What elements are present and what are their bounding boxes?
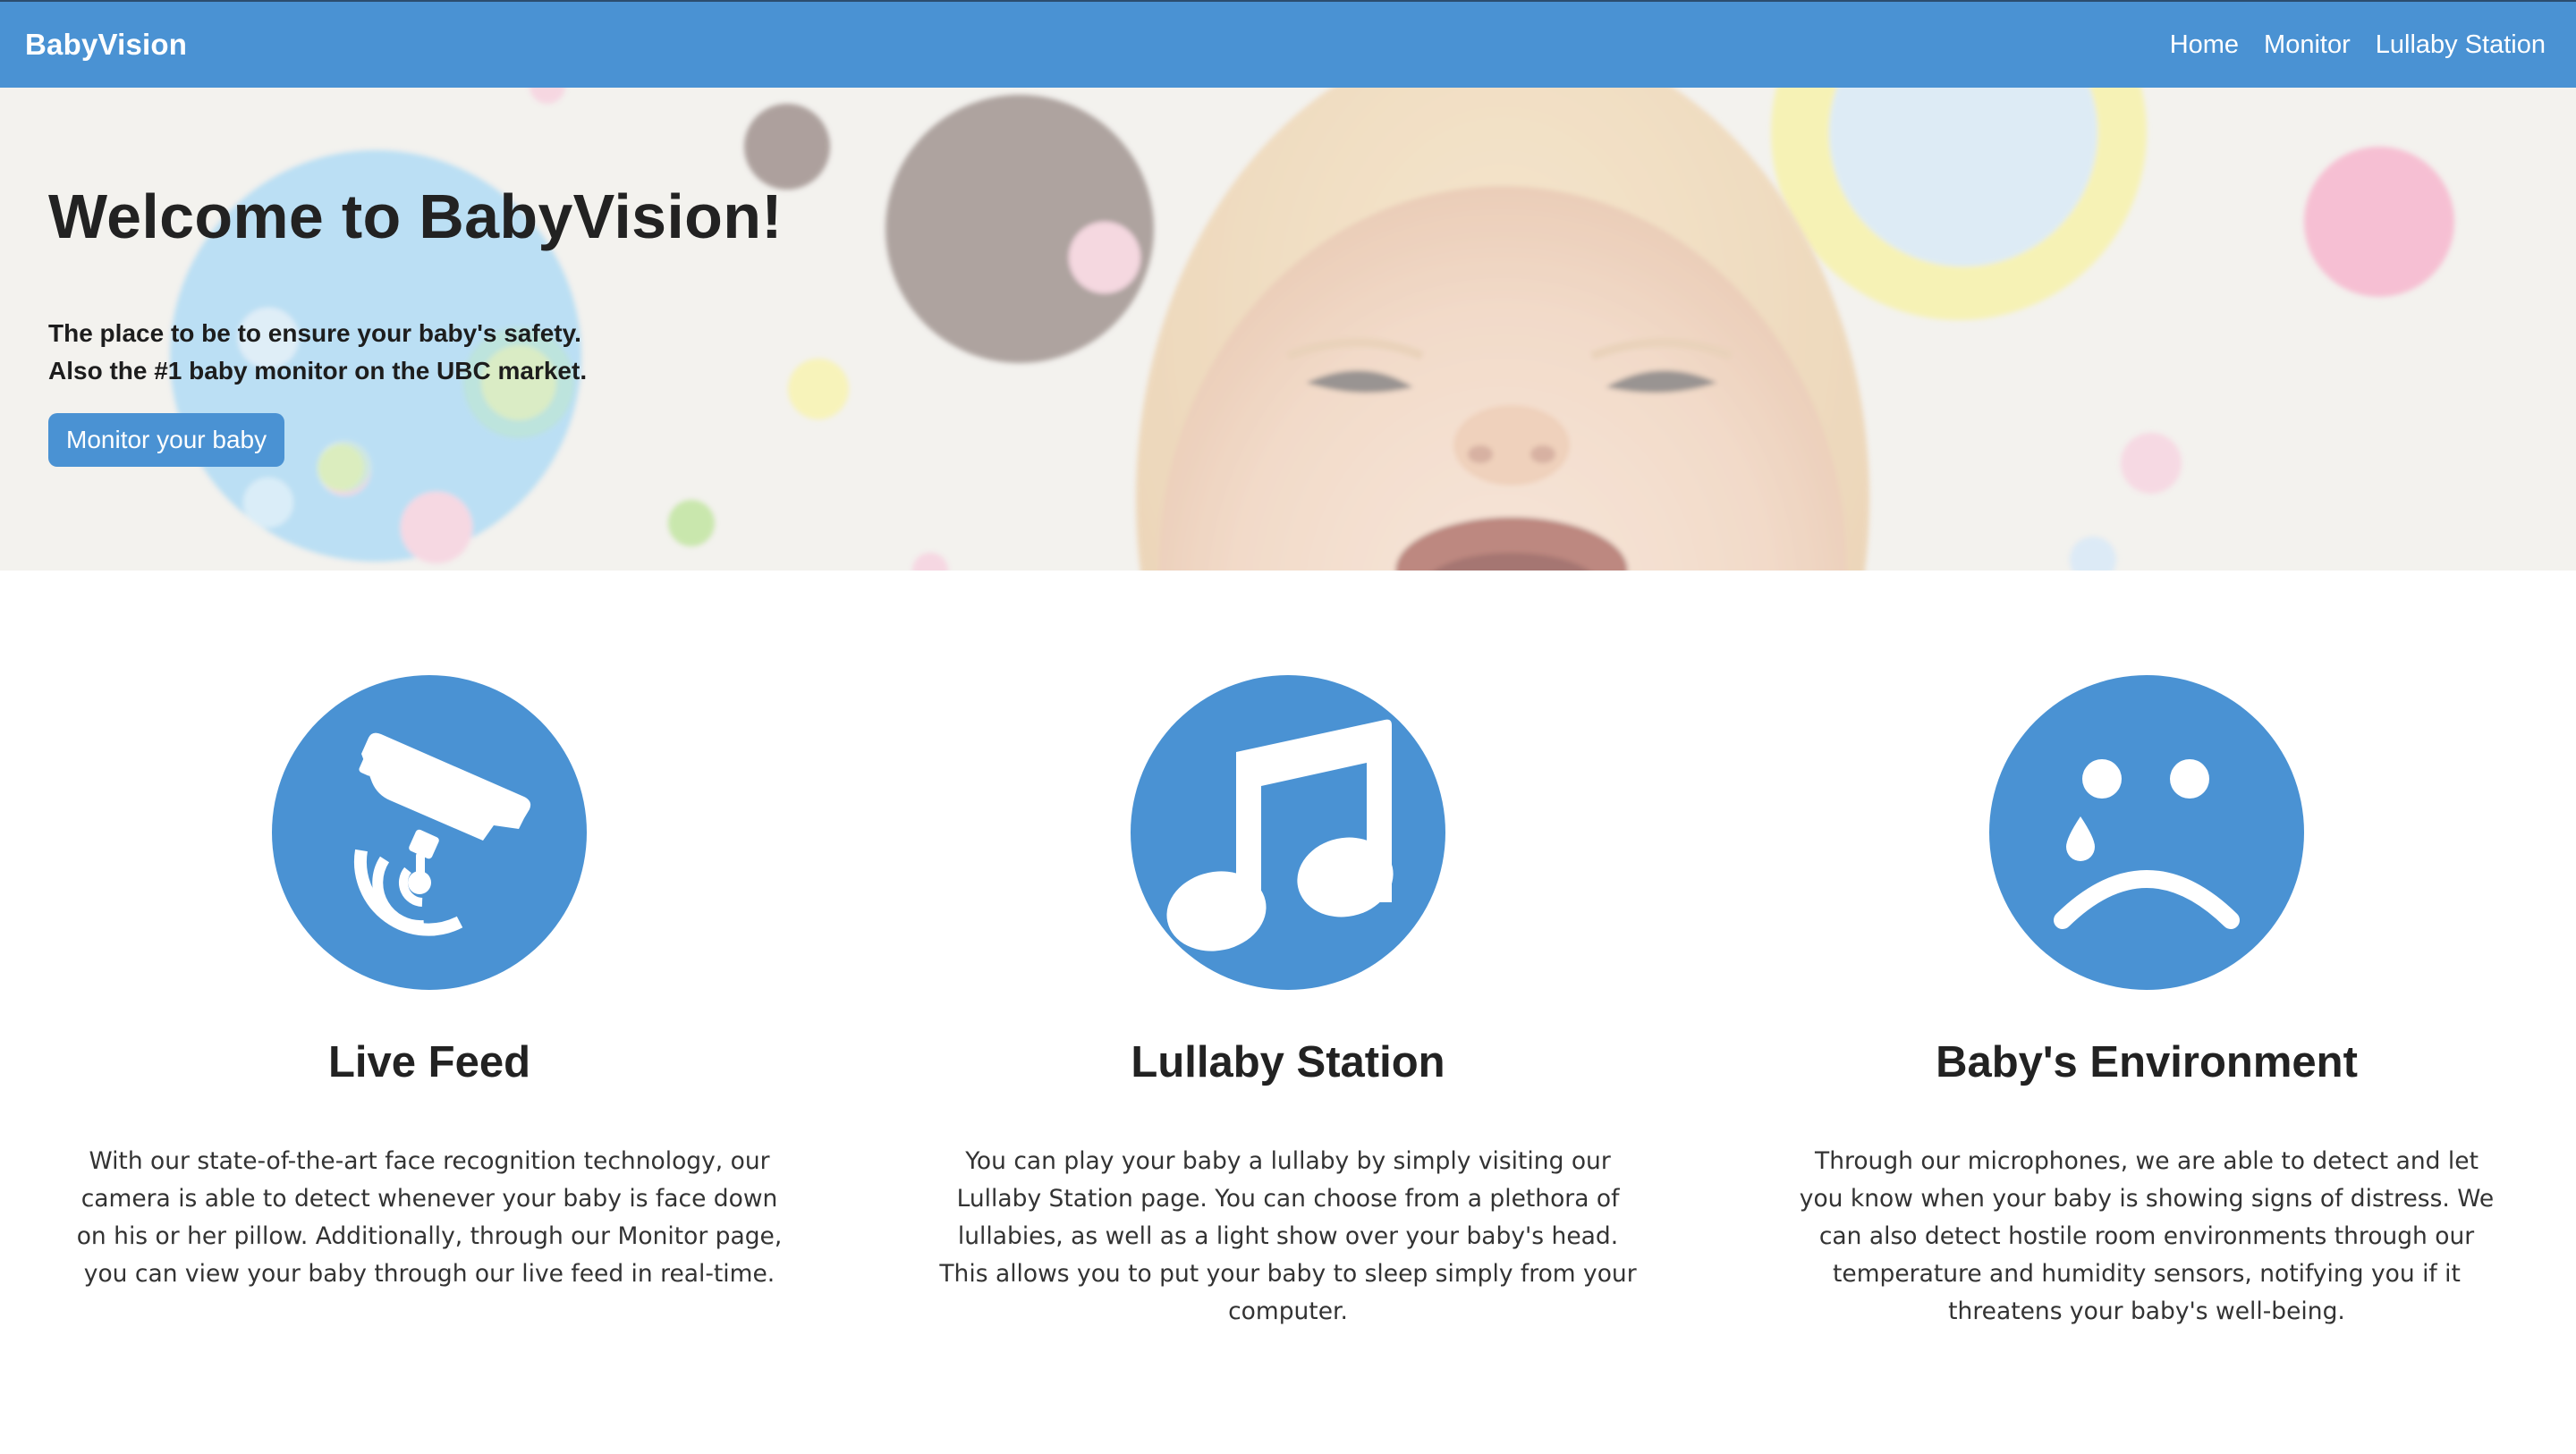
feature-babys-environment: Baby's Environment Through our microphon… bbox=[1717, 571, 2576, 1454]
feature-text-babys-environment: Through our microphones, we are able to … bbox=[1799, 1147, 2495, 1325]
nav-link-lullaby-station[interactable]: Lullaby Station bbox=[2376, 30, 2546, 60]
feature-lullaby-station: Lullaby Station You can play your baby a… bbox=[859, 571, 1717, 1454]
feature-title-live-feed: Live Feed bbox=[327, 1038, 531, 1086]
hero-title: Welcome to BabyVision! bbox=[48, 182, 783, 251]
nav-link-home[interactable]: Home bbox=[2170, 30, 2239, 60]
security-camera-icon bbox=[272, 675, 587, 990]
features-section: Live Feed With our state-of-the-art face… bbox=[0, 571, 2576, 1454]
feature-text-lullaby-station: You can play your baby a lullaby by simp… bbox=[939, 1147, 1637, 1325]
hero-content: Welcome to BabyVision! The place to be t… bbox=[48, 181, 783, 467]
feature-title-lullaby-station: Lullaby Station bbox=[1131, 1038, 1445, 1086]
crying-face-icon bbox=[1989, 675, 2304, 990]
hero-banner: Welcome to BabyVision! The place to be t… bbox=[0, 88, 2576, 571]
hero-subtitle: The place to be to ensure your baby's sa… bbox=[48, 315, 783, 390]
hero-line-1: The place to be to ensure your baby's sa… bbox=[48, 319, 581, 347]
feature-title-babys-environment: Baby's Environment bbox=[1936, 1038, 2358, 1086]
nav-links: Home Monitor Lullaby Station bbox=[2170, 30, 2546, 60]
feature-text-live-feed: With our state-of-the-art face recogniti… bbox=[76, 1147, 783, 1288]
navbar: BabyVision Home Monitor Lullaby Station bbox=[0, 0, 2576, 88]
feature-live-feed: Live Feed With our state-of-the-art face… bbox=[0, 571, 859, 1454]
nav-link-monitor[interactable]: Monitor bbox=[2264, 30, 2351, 60]
music-note-icon bbox=[1131, 675, 1445, 990]
hero-line-2: Also the #1 baby monitor on the UBC mark… bbox=[48, 357, 588, 385]
monitor-your-baby-button[interactable]: Monitor your baby bbox=[48, 413, 285, 467]
brand-link[interactable]: BabyVision bbox=[25, 28, 187, 62]
